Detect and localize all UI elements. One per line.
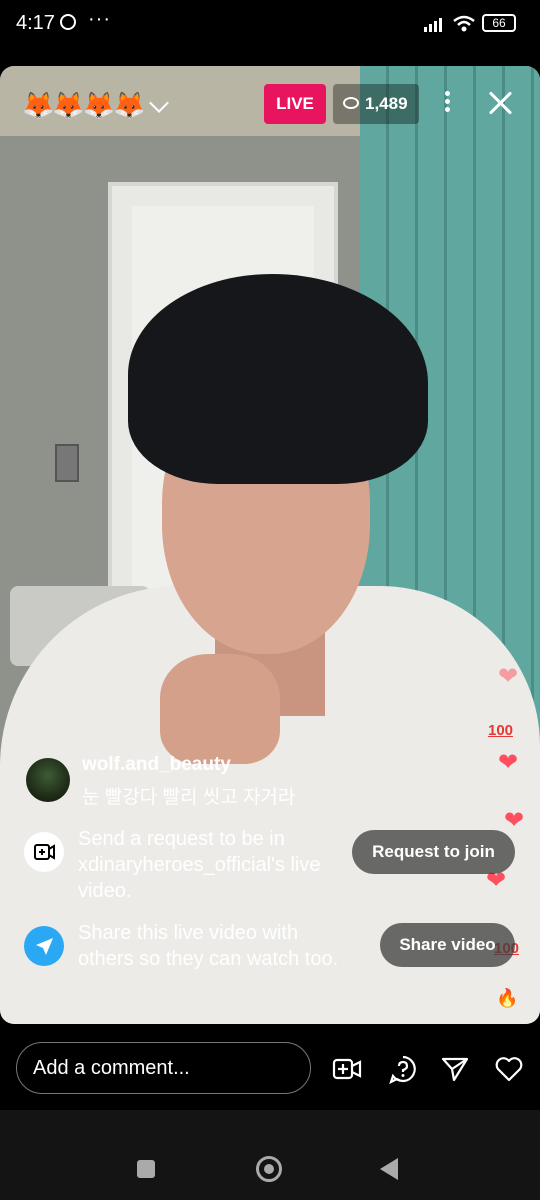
share-video-button[interactable]: Share video (380, 923, 515, 967)
battery-icon: 66 (482, 14, 516, 32)
home-icon[interactable] (256, 1156, 282, 1182)
signal-icon (424, 18, 442, 32)
comment-placeholder: Add a comment... (33, 1057, 190, 1079)
request-notice: Send a request to be in xdinaryheroes_of… (24, 826, 344, 906)
request-to-join-button[interactable]: Request to join (352, 830, 515, 874)
wifi-icon (453, 15, 475, 32)
comment-item: wolf.and_beauty 눈 빨강다 빨리 씻고 자거라 (26, 754, 356, 808)
share-notice-text: Share this live video with others so the… (78, 922, 339, 970)
system-nav-bar (0, 1110, 540, 1200)
whatsapp-icon (60, 14, 76, 30)
heart-icon[interactable] (494, 1054, 524, 1084)
heart-reaction: ❤ (498, 749, 519, 776)
eye-icon (343, 96, 359, 109)
notification-overflow-icon: ··· (88, 8, 111, 30)
bottom-bar: Add a comment... (0, 1028, 540, 1110)
hundred-reaction: 100 (488, 722, 514, 739)
add-video-icon (24, 832, 64, 872)
heart-reaction: ❤ (504, 807, 525, 834)
video-hair (128, 274, 428, 484)
fire-reaction: 🔥 (496, 988, 519, 1008)
status-bar: 4:17 ··· 66 (0, 0, 540, 50)
request-notice-text: Send a request to be in xdinaryheroes_of… (78, 828, 321, 902)
comment-username[interactable]: wolf.and_beauty (82, 754, 231, 776)
send-icon (24, 926, 64, 966)
recents-icon[interactable] (137, 1160, 155, 1178)
viewer-count-badge[interactable]: 1,489 (333, 84, 419, 124)
question-icon[interactable] (388, 1054, 418, 1084)
back-icon[interactable] (380, 1158, 398, 1180)
comment-text: 눈 빨강다 빨리 씻고 자거라 (82, 787, 296, 808)
share-notice: Share this live video with others so the… (24, 920, 344, 1000)
status-time: 4:17 (16, 12, 55, 34)
live-badge: LIVE (264, 84, 326, 124)
heart-reaction: ❤ (498, 663, 519, 690)
send-icon[interactable] (440, 1054, 470, 1084)
more-options-icon[interactable] (440, 88, 454, 118)
close-icon[interactable] (485, 88, 515, 118)
comment-input[interactable]: Add a comment... (16, 1042, 311, 1094)
broadcaster-avatars[interactable]: 🦊🦊🦊🦊 (22, 90, 145, 121)
add-video-icon[interactable] (332, 1054, 362, 1084)
viewer-count: 1,489 (365, 94, 408, 113)
video-hand (160, 654, 280, 764)
avatar[interactable] (26, 758, 70, 802)
video-light-switch (55, 444, 79, 482)
